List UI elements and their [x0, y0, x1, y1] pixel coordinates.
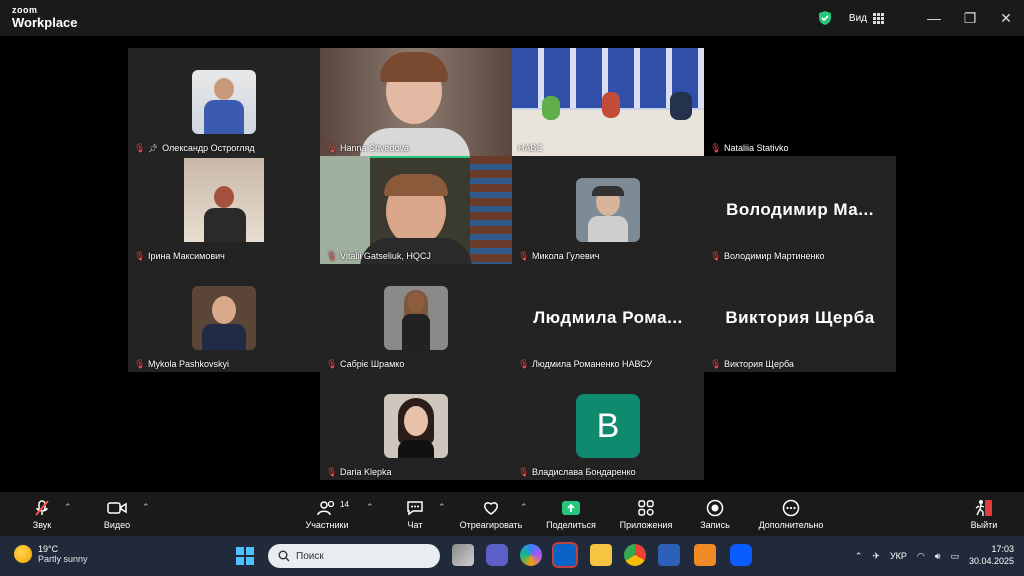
mic-muted-icon: 🎙︎ — [326, 359, 338, 369]
title-bar: zoom Workplace Вид — ❐ ✕ — [0, 0, 1024, 36]
mic-muted-icon: 🎙︎ — [518, 251, 530, 261]
tray-app-icon[interactable]: ✈ — [872, 551, 880, 562]
heart-icon — [484, 502, 498, 515]
partly-sunny-icon — [14, 545, 32, 563]
participants-options-chevron-icon[interactable]: ⌃ — [366, 502, 374, 513]
chat-button[interactable]: Чат — [400, 498, 430, 530]
mic-muted-icon: 🎙︎ — [518, 467, 530, 477]
participant-tile[interactable]: НАВС — [512, 48, 704, 156]
participant-photo — [576, 178, 640, 242]
security-shield-icon[interactable] — [817, 10, 833, 26]
share-screen-icon — [562, 501, 580, 515]
participant-tile[interactable]: 🎙︎ Nataliia Stativko — [704, 48, 896, 156]
chat-bubble-icon — [407, 501, 423, 516]
participant-tile[interactable]: Людмила Рома... 🎙︎ Людмила Романенко НАВС… — [512, 264, 704, 372]
mic-muted-icon: 🎙︎ — [710, 251, 722, 261]
leave-button[interactable]: Выйти — [966, 498, 1002, 530]
record-icon — [706, 499, 724, 517]
minimize-icon[interactable]: — — [916, 0, 952, 36]
video-button[interactable]: Видео — [100, 498, 134, 530]
mic-muted-icon: 🎙︎ — [326, 251, 338, 261]
react-button[interactable]: Отреагировать — [456, 498, 526, 530]
chat-options-chevron-icon[interactable]: ⌃ — [438, 502, 446, 513]
record-button[interactable]: Запись — [696, 498, 734, 530]
wifi-icon[interactable]: ◠ — [917, 551, 925, 562]
chrome-icon[interactable] — [624, 544, 646, 566]
video-options-chevron-icon[interactable]: ⌃ — [142, 502, 150, 513]
share-button[interactable]: Поделиться — [542, 498, 600, 530]
video-gallery: 🎙︎ 📌︎ Олександр Острогляд 🎙︎ Hanna Shvedova… — [0, 36, 1024, 492]
mic-muted-icon: 🎙︎ — [326, 467, 338, 477]
taskbar-search-box[interactable]: Поиск — [268, 544, 440, 568]
leave-exit-icon — [975, 500, 992, 516]
pin-icon: 📌︎ — [148, 143, 159, 153]
volume-icon[interactable]: 🔊︎ — [935, 551, 941, 562]
mic-muted-icon: 🎙︎ — [134, 359, 146, 369]
restore-icon[interactable]: ❐ — [952, 0, 988, 36]
mic-muted-icon: 🎙︎ — [134, 251, 146, 261]
participant-initial-avatar: B — [576, 394, 640, 458]
taskbar-clock[interactable]: 17:03 30.04.2025 — [969, 544, 1014, 567]
windows-taskbar: 19°C Partly sunny Поиск ⌃ ✈ УКР ◠ 🔊︎ ▭ 1… — [0, 536, 1024, 576]
more-button[interactable]: Дополнительно — [752, 498, 830, 530]
participant-photo — [184, 158, 264, 242]
participants-count: 14 — [340, 500, 349, 509]
participant-photo — [192, 70, 256, 134]
audio-options-chevron-icon[interactable]: ⌃ — [64, 502, 72, 513]
participant-tile[interactable]: 🎙︎ Микола Гулевич — [512, 156, 704, 264]
participant-tile[interactable]: Володимир Ма... 🎙︎ Володимир Мартиненко — [704, 156, 896, 264]
file-explorer-icon[interactable] — [590, 544, 612, 566]
word-icon[interactable] — [658, 544, 680, 566]
mic-muted-icon: 🎙︎ — [518, 359, 530, 369]
video-camera-icon — [107, 502, 127, 514]
participant-photo — [384, 394, 448, 458]
participant-tile[interactable]: 🎙︎ 📌︎ Олександр Острогляд — [128, 48, 320, 156]
start-windows-icon[interactable] — [236, 547, 254, 565]
mic-muted-icon: 🎙︎ — [326, 143, 338, 153]
system-tray: ⌃ ✈ УКР ◠ 🔊︎ ▭ 17:03 30.04.2025 — [855, 536, 1014, 576]
participant-tile[interactable]: 🎙︎ Daria Klepka — [320, 372, 512, 480]
battery-icon[interactable]: ▭ — [950, 551, 959, 562]
weather-widget[interactable]: 19°C Partly sunny — [14, 544, 88, 564]
apps-button[interactable]: Приложения — [614, 498, 678, 530]
participant-tile-active-speaker[interactable]: 🎙︎ Vitalii Gatseliuk, HQCJ — [320, 156, 512, 264]
tray-chevron-up-icon[interactable]: ⌃ — [855, 551, 863, 562]
apps-icon — [638, 500, 654, 516]
participant-photo — [384, 286, 448, 350]
outlook-icon[interactable] — [552, 542, 578, 568]
gallery-grid-icon — [873, 12, 884, 24]
input-language[interactable]: УКР — [890, 551, 907, 561]
participant-tile[interactable]: 🎙︎ Сабріє Шрамко — [320, 264, 512, 372]
participant-photo — [192, 286, 256, 350]
mic-muted-icon: 🎙︎ — [710, 143, 722, 153]
participant-tile[interactable]: 🎙︎ Mykola Pashkovskyi — [128, 264, 320, 372]
meeting-toolbar: Звук ⌃ Видео ⌃ Участники 14 ⌃ Чат ⌃ Отре… — [0, 492, 1024, 536]
participant-tile[interactable]: B 🎙︎ Владислава Бондаренко — [512, 372, 704, 480]
close-icon[interactable]: ✕ — [988, 0, 1024, 36]
participant-tile[interactable]: 🎙︎ Hanna Shvedova — [320, 48, 512, 156]
participant-tile[interactable]: Виктория Щерба 🎙︎ Виктория Щерба — [704, 264, 896, 372]
view-button[interactable]: Вид — [849, 12, 884, 24]
participants-icon — [317, 500, 335, 516]
task-view-icon[interactable] — [452, 544, 474, 566]
app-orange-icon[interactable] — [694, 544, 716, 566]
zoom-logo: zoom Workplace — [12, 5, 78, 30]
react-options-chevron-icon[interactable]: ⌃ — [520, 502, 528, 513]
participant-tile[interactable]: 🎙︎ Ірина Максимович — [128, 156, 320, 264]
more-dots-icon — [782, 499, 800, 517]
copilot-icon[interactable] — [520, 544, 542, 566]
teams-icon[interactable] — [486, 544, 508, 566]
mic-muted-icon — [35, 500, 49, 516]
mic-muted-icon: 🎙︎ — [134, 143, 146, 153]
zoom-app-icon[interactable] — [730, 544, 752, 566]
mic-muted-icon: 🎙︎ — [710, 359, 722, 369]
audio-button[interactable]: Звук — [26, 498, 58, 530]
search-icon — [278, 550, 290, 562]
